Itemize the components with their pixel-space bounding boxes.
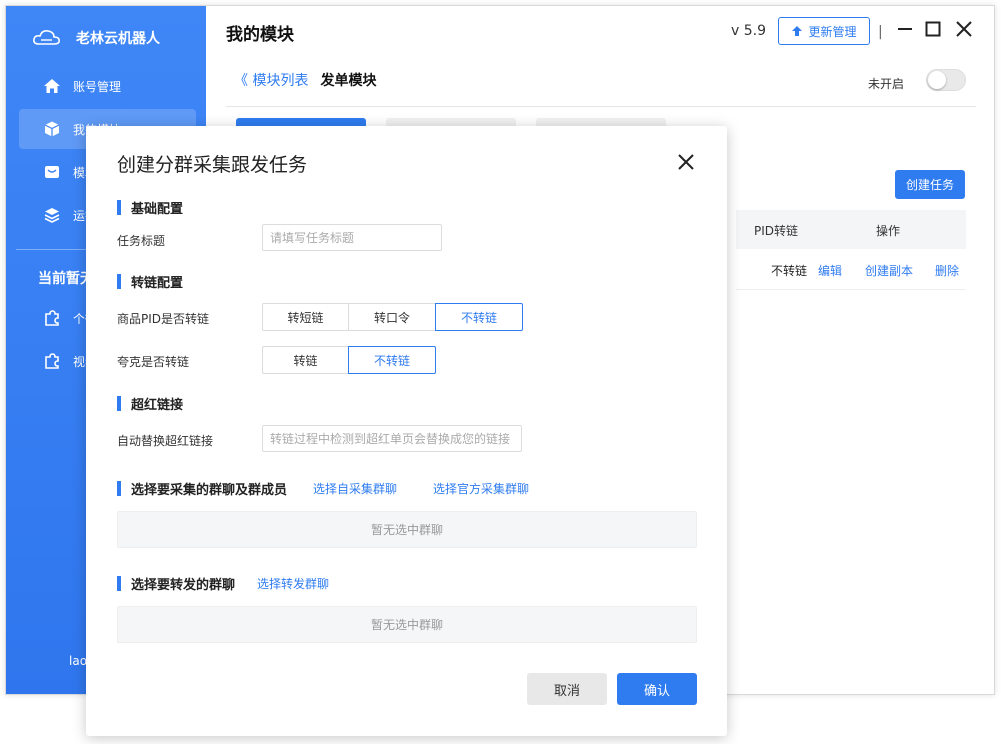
kuake-option-convert[interactable]: 转链 (262, 346, 349, 374)
cube-icon (43, 120, 61, 138)
sidebar-item-account[interactable]: 账号管理 (19, 66, 196, 106)
section-target-groups: 选择要转发的群聊 选择转发群聊 (117, 574, 329, 593)
section-link-config: 转链配置 (117, 272, 183, 291)
duplicate-link[interactable]: 创建副本 (865, 262, 913, 279)
app-name: 老林云机器人 (76, 31, 160, 47)
update-label: 更新管理 (808, 24, 857, 39)
cancel-button[interactable]: 取消 (527, 673, 607, 705)
edit-link[interactable]: 编辑 (818, 262, 842, 279)
column-header-actions: 操作 (876, 224, 901, 238)
section-title: 转链配置 (131, 276, 184, 291)
table-row: 不转链 编辑 创建副本 删除 (736, 250, 966, 290)
kuake-convert-segmented: 转链 不转链 (262, 346, 436, 374)
layers-icon (43, 206, 61, 224)
create-task-button[interactable]: 创建任务 (895, 170, 965, 199)
pid-option-password[interactable]: 转口令 (348, 303, 436, 331)
version-label: v 5.9 (731, 23, 766, 39)
column-header-pid: PID转链 (754, 224, 799, 238)
task-title-input[interactable]: 请填写任务标题 (262, 224, 442, 251)
cloud-logo-icon (33, 30, 60, 45)
titlebar-separator: | (878, 24, 883, 40)
dialog-title: 创建分群采集跟发任务 (117, 154, 308, 176)
kuake-convert-label: 夸克是否转链 (117, 355, 190, 369)
confirm-button[interactable]: 确认 (617, 673, 697, 705)
page-title: 我的模块 (226, 25, 294, 45)
section-title: 选择要转发的群聊 (131, 578, 236, 593)
pid-option-short-link[interactable]: 转短链 (262, 303, 349, 331)
brand: 老林云机器人 (32, 24, 160, 52)
puzzle-icon (43, 352, 61, 370)
pid-option-no-convert[interactable]: 不转链 (435, 303, 523, 331)
module-status-label: 未开启 (868, 77, 905, 91)
content-divider (226, 106, 976, 107)
breadcrumb-current: 发单模块 (320, 73, 377, 89)
kuake-option-no-convert[interactable]: 不转链 (348, 346, 436, 374)
pid-convert-label: 商品PID是否转链 (117, 312, 210, 326)
task-title-label: 任务标题 (117, 234, 166, 248)
update-manage-button[interactable]: 更新管理 (778, 17, 870, 45)
home-icon (43, 77, 61, 95)
minimize-icon[interactable] (896, 20, 914, 38)
breadcrumb: 《 模块列表 发单模块 (234, 70, 376, 90)
title-bar: 我的模块 v 5.9 更新管理 | (206, 6, 994, 56)
section-basic-config: 基础配置 (117, 198, 183, 217)
pid-convert-segmented: 转短链 转口令 不转链 (262, 303, 523, 331)
section-title: 基础配置 (131, 202, 184, 217)
sidebar-item-label: 账号管理 (73, 79, 122, 94)
select-self-collect-link[interactable]: 选择自采集群聊 (313, 480, 397, 497)
select-official-collect-link[interactable]: 选择官方采集群聊 (433, 480, 529, 497)
maximize-icon[interactable] (924, 20, 942, 38)
target-groups-empty: 暂无选中群聊 (117, 606, 697, 643)
create-task-dialog: 创建分群采集跟发任务 基础配置 任务标题 请填写任务标题 转链配置 商品PID是… (86, 126, 727, 736)
close-icon[interactable] (955, 20, 973, 38)
module-enable-toggle[interactable] (926, 69, 966, 91)
dialog-close-icon[interactable] (675, 151, 697, 173)
section-title: 选择要采集的群聊及群成员 (131, 483, 288, 498)
super-red-label: 自动替换超红链接 (117, 434, 214, 448)
mail-icon (43, 163, 61, 181)
section-title: 超红链接 (131, 398, 184, 413)
cell-pid: 不转链 (771, 264, 808, 278)
source-groups-empty: 暂无选中群聊 (117, 511, 697, 548)
puzzle-icon (43, 309, 61, 327)
super-red-input[interactable]: 转链过程中检测到超红单页会替换成您的链接 (262, 425, 522, 452)
section-source-groups: 选择要采集的群聊及群成员 选择自采集群聊 选择官方采集群聊 (117, 479, 529, 498)
select-forward-groups-link[interactable]: 选择转发群聊 (257, 575, 329, 592)
table-header: PID转链 操作 (736, 210, 966, 249)
delete-link[interactable]: 删除 (935, 262, 959, 279)
breadcrumb-back-link[interactable]: 《 模块列表 (234, 70, 308, 90)
upload-arrow-icon (792, 26, 803, 36)
section-super-red: 超红链接 (117, 394, 183, 413)
